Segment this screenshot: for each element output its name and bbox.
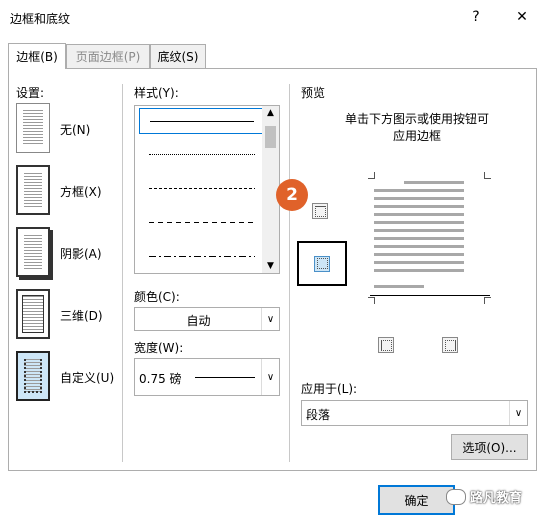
color-combo[interactable]: 自动 ∨ xyxy=(134,307,280,331)
setting-3d-thumb[interactable] xyxy=(16,289,50,339)
chat-icon xyxy=(446,488,466,505)
setting-shadow-label[interactable]: 阴影(A) xyxy=(60,245,102,262)
setting-box-thumb[interactable] xyxy=(16,165,50,215)
preview-heading: 预览 xyxy=(301,86,326,100)
style-dash-dot[interactable] xyxy=(139,244,263,270)
corner-mark-tl xyxy=(368,172,375,179)
setting-shadow-thumb[interactable] xyxy=(16,227,50,277)
setting-none-thumb[interactable] xyxy=(16,103,50,153)
divider-right xyxy=(289,84,290,462)
style-listbox[interactable]: ▲ ▼ xyxy=(134,105,280,274)
corner-mark-bl xyxy=(368,297,375,304)
style-dotted[interactable] xyxy=(139,142,263,168)
style-dashed[interactable] xyxy=(139,210,263,236)
preview-document[interactable] xyxy=(370,181,490,296)
inside-horizontal-icon xyxy=(314,255,330,272)
style-solid[interactable] xyxy=(139,108,263,134)
close-icon: ✕ xyxy=(516,9,528,25)
corner-mark-tr xyxy=(484,172,491,179)
preview-hint-2: 应用边框 xyxy=(392,129,441,143)
style-heading: 样式(Y): xyxy=(134,86,179,100)
help-button[interactable]: ? xyxy=(462,6,490,28)
chevron-down-icon: ∨ xyxy=(509,401,527,425)
ok-button[interactable]: 确定 xyxy=(378,485,455,515)
width-combo[interactable]: 0.75 磅 ∨ xyxy=(134,358,280,396)
setting-custom-label[interactable]: 自定义(U) xyxy=(60,369,114,386)
scroll-down-icon[interactable]: ▼ xyxy=(262,261,279,271)
setting-none-label[interactable]: 无(N) xyxy=(60,121,90,138)
setting-3d-label[interactable]: 三维(D) xyxy=(60,307,103,324)
divider-left xyxy=(122,84,123,462)
chevron-down-icon: ∨ xyxy=(261,308,279,330)
title-bar: 边框和底纹 ? ✕ xyxy=(0,0,544,34)
watermark: 路凡教育 xyxy=(446,487,522,506)
setting-custom-thumb[interactable] xyxy=(16,351,50,401)
apply-to-value: 段落 xyxy=(306,408,331,422)
border-right-button[interactable] xyxy=(442,337,458,353)
tab-page-border[interactable]: 页面边框(P) xyxy=(66,44,150,68)
setting-box-label[interactable]: 方框(X) xyxy=(60,183,102,200)
apply-to-label: 应用于(L): xyxy=(301,382,358,396)
preview-hint-1: 单击下方图示或使用按钮可 xyxy=(344,112,489,126)
settings-heading: 设置: xyxy=(16,86,45,100)
border-top-button[interactable] xyxy=(312,203,328,219)
width-line-sample xyxy=(195,377,255,378)
color-label: 颜色(C): xyxy=(134,290,180,304)
apply-to-combo[interactable]: 段落 ∨ xyxy=(301,400,528,426)
scroll-up-icon[interactable]: ▲ xyxy=(262,108,279,118)
width-label: 宽度(W): xyxy=(134,341,184,355)
scroll-thumb[interactable] xyxy=(265,126,276,148)
color-value: 自动 xyxy=(186,314,211,328)
corner-mark-br xyxy=(484,297,491,304)
dialog-title: 边框和底纹 xyxy=(10,12,71,26)
chevron-down-icon: ∨ xyxy=(261,359,279,395)
close-button[interactable]: ✕ xyxy=(508,6,536,28)
tab-borders[interactable]: 边框(B) xyxy=(8,43,66,69)
border-middle-button[interactable] xyxy=(297,241,347,286)
width-value: 0.75 磅 xyxy=(139,372,182,386)
border-left-button[interactable] xyxy=(378,337,394,353)
annotation-badge: 2 xyxy=(276,179,308,211)
style-dashed-fine[interactable] xyxy=(139,176,263,202)
tab-shading[interactable]: 底纹(S) xyxy=(150,44,206,68)
options-button[interactable]: 选项(O)... xyxy=(451,434,528,460)
